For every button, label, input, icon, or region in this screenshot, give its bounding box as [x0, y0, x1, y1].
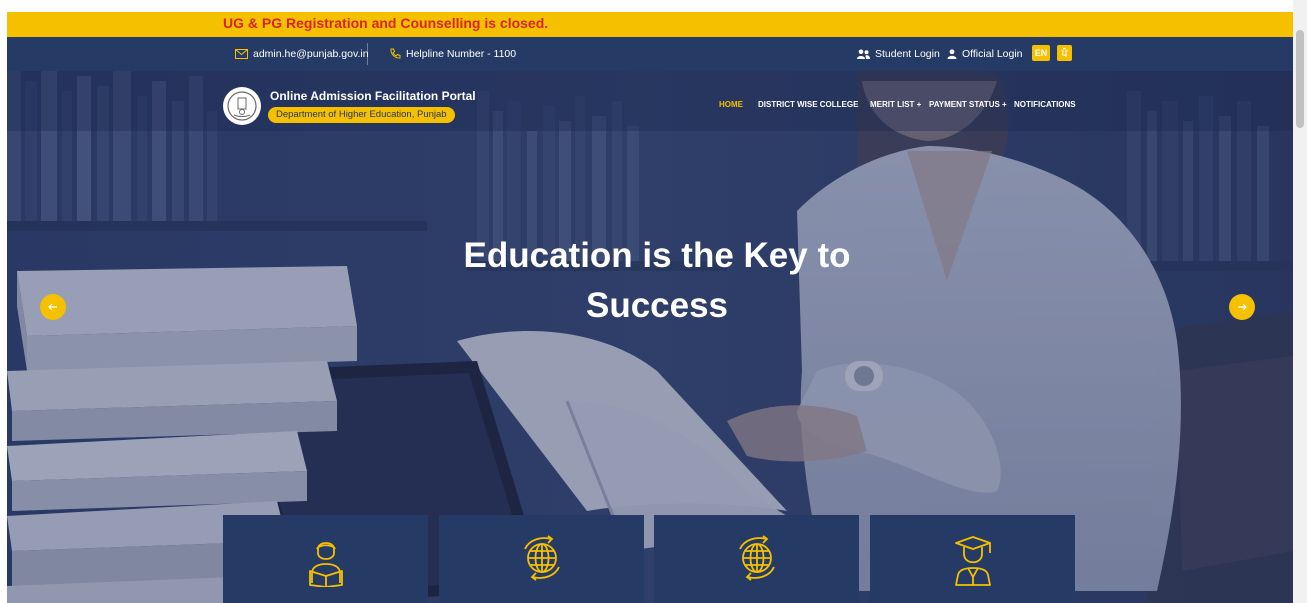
graduate-icon [954, 536, 991, 586]
nav-payment-status[interactable]: PAYMENT STATUS + [929, 100, 1007, 109]
globe-icon [523, 535, 560, 581]
hero-slider: Online Admission Facilitation Portal Dep… [7, 71, 1293, 603]
nav-district-wise-college[interactable]: DISTRICT WISE COLLEGE [758, 100, 858, 109]
feature-card-3[interactable] [654, 515, 859, 603]
hero-heading: Education is the Key to Success [397, 231, 917, 331]
student-reading-icon [308, 542, 343, 587]
phone-icon [390, 48, 401, 59]
feature-card-4[interactable] [870, 515, 1075, 603]
page: UG & PG Registration and Counselling is … [7, 0, 1293, 603]
student-login-link[interactable]: Student Login [857, 37, 940, 71]
arrow-right-icon [1238, 303, 1247, 311]
mail-icon [235, 49, 248, 59]
main-nav: HOME DISTRICT WISE COLLEGE MERIT LIST + … [7, 100, 1293, 114]
announcement-text: UG & PG Registration and Counselling is … [223, 15, 549, 31]
hero-background-image [7, 71, 1293, 603]
official-login-link[interactable]: Official Login [947, 37, 1023, 71]
feature-card-2[interactable] [439, 515, 644, 603]
arrow-left-icon [48, 303, 57, 311]
nav-notifications[interactable]: NOTIFICATIONS [1014, 100, 1076, 109]
student-login-label: Student Login [875, 48, 940, 60]
language-pa-button[interactable]: ਪੰ [1057, 45, 1072, 61]
feature-card-1[interactable] [223, 515, 428, 603]
scrollbar-thumb[interactable] [1296, 30, 1304, 128]
helpline-text: Helpline Number - 1100 [406, 48, 517, 60]
slider-prev-button[interactable] [40, 294, 66, 320]
divider [367, 43, 368, 65]
slider-next-button[interactable] [1229, 294, 1255, 320]
hero-heading-line1: Education is the Key to [463, 236, 851, 275]
top-contact-bar: admin.he@punjab.gov.in Helpline Number -… [7, 37, 1293, 71]
hero-heading-line2: Success [585, 286, 729, 325]
helpline-link[interactable]: Helpline Number - 1100 [389, 37, 516, 71]
user-icon [947, 49, 957, 59]
users-icon [857, 49, 870, 59]
globe-icon [738, 535, 775, 581]
language-en-button[interactable]: EN [1032, 45, 1050, 61]
nav-home[interactable]: HOME [719, 100, 743, 109]
nav-merit-list[interactable]: MERIT LIST + [870, 100, 921, 109]
official-login-label: Official Login [962, 48, 1023, 60]
email-text: admin.he@punjab.gov.in [253, 48, 369, 60]
email-link[interactable]: admin.he@punjab.gov.in [235, 37, 369, 71]
page-scrollbar[interactable] [1293, 0, 1307, 603]
announcement-bar: UG & PG Registration and Counselling is … [7, 12, 1293, 37]
